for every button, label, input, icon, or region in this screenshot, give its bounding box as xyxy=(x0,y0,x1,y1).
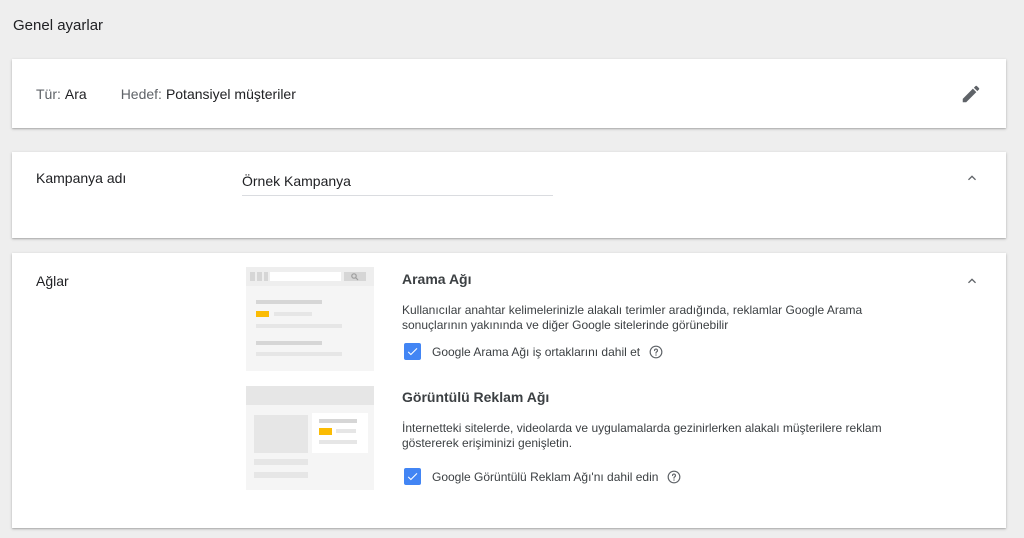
campaign-name-input[interactable] xyxy=(242,170,553,192)
page-title: Genel ayarlar xyxy=(13,17,104,34)
goal-value: Potansiyel müşteriler xyxy=(165,86,296,102)
display-network-checkbox-label[interactable]: Google Görüntülü Reklam Ağı'nı dahil edi… xyxy=(432,470,658,484)
chevron-up-icon xyxy=(968,175,976,181)
type-label: Tür: xyxy=(36,86,61,102)
display-site-graphic xyxy=(246,386,374,490)
goal-label: Hedef: xyxy=(120,86,162,102)
checkmark-icon xyxy=(407,473,418,481)
summary-row: Tür: Ara Hedef: Potansiyel müşteriler xyxy=(36,86,296,102)
pencil-icon xyxy=(962,85,980,103)
checkmark-icon xyxy=(407,348,418,356)
type-value: Ara xyxy=(64,86,87,102)
campaign-summary-card: Tür: Ara Hedef: Potansiyel müşteriler xyxy=(12,59,1006,128)
search-network-description: Kullanıcılar anahtar kelimelerinizle ala… xyxy=(402,303,863,332)
campaign-name-label: Kampanya adı xyxy=(36,170,127,186)
chevron-up-icon xyxy=(968,278,976,284)
search-partners-checkbox[interactable] xyxy=(404,343,421,360)
search-partners-checkbox-label[interactable]: Google Arama Ağı iş ortaklarını dahil et xyxy=(432,345,640,359)
search-partners-checkbox-row[interactable]: Google Arama Ağı iş ortaklarını dahil et xyxy=(404,343,663,360)
networks-card: Ağlar Arama Ağı Kullanıcılar anahtar kel… xyxy=(12,253,1006,528)
campaign-name-field-wrap xyxy=(242,170,553,196)
campaign-name-card: Kampanya adı xyxy=(12,152,1006,238)
display-network-title: Görüntülü Reklam Ağı xyxy=(402,389,550,405)
display-network-checkbox[interactable] xyxy=(404,468,421,485)
display-network-description: İnternetteki sitelerde, videolarda ve uy… xyxy=(402,421,882,450)
search-results-graphic xyxy=(246,272,374,371)
search-network-illustration xyxy=(246,267,374,371)
networks-collapse-button[interactable] xyxy=(964,273,980,289)
campaign-name-collapse-button[interactable] xyxy=(964,170,980,186)
help-circle-icon[interactable] xyxy=(667,470,681,484)
goal-group: Hedef: Potansiyel müşteriler xyxy=(121,86,296,102)
display-network-checkbox-row[interactable]: Google Görüntülü Reklam Ağı'nı dahil edi… xyxy=(404,468,681,485)
edit-button[interactable] xyxy=(960,83,982,105)
help-circle-icon[interactable] xyxy=(649,345,663,359)
display-network-illustration xyxy=(246,386,374,490)
networks-label: Ağlar xyxy=(36,273,69,289)
search-network-title: Arama Ağı xyxy=(402,271,472,287)
